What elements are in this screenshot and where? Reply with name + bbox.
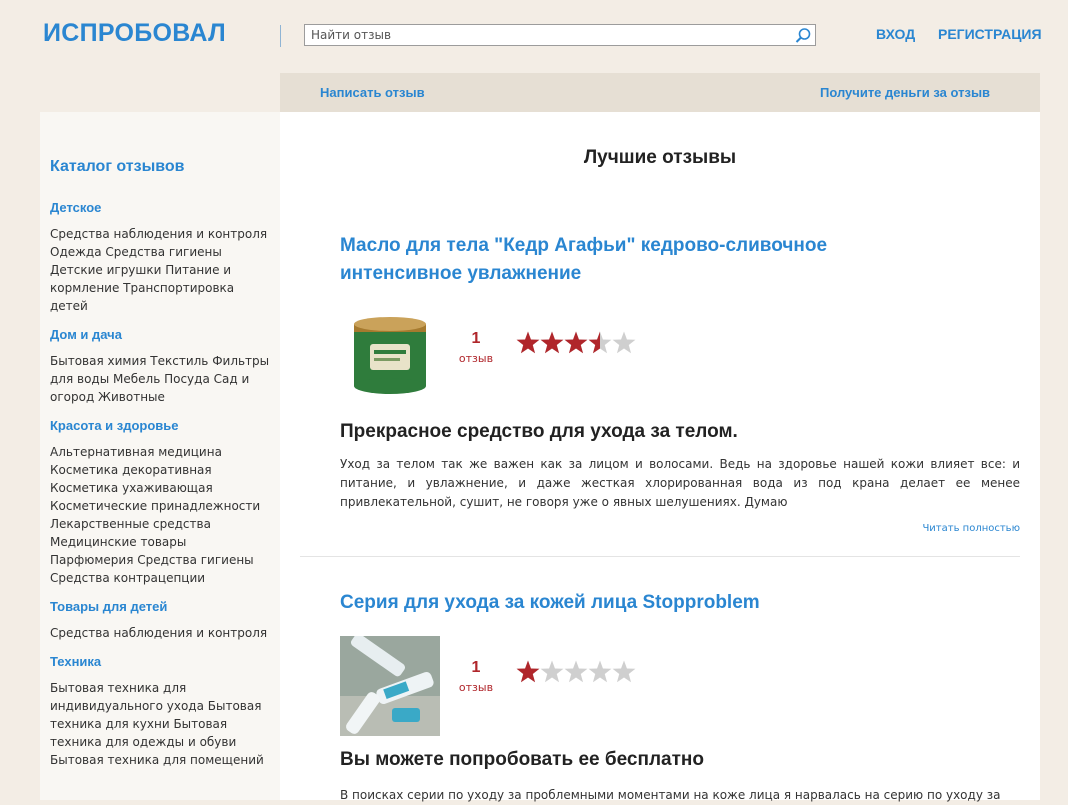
review-divider [300, 556, 1020, 557]
main-content: Лучшие отзывы Масло для тела "Кедр Агафь… [280, 112, 1040, 802]
category-heading[interactable]: Товары для детей [50, 599, 272, 614]
category-heading[interactable]: Дом и дача [50, 327, 272, 342]
catalog-sidebar: Каталог отзывов Детское Средства наблюде… [40, 112, 280, 800]
star-filled-icon [564, 331, 588, 354]
review-count-label: отзыв [458, 681, 494, 694]
review-count: 1 [471, 330, 481, 347]
category-links[interactable]: Альтернативная медицина Косметика декора… [50, 443, 272, 587]
login-link[interactable]: ВХОД [876, 26, 915, 42]
star-empty-icon [612, 331, 636, 354]
read-more-link[interactable]: Читать полностью [922, 523, 1020, 534]
search-icon[interactable] [794, 27, 812, 45]
review-excerpt: Уход за телом так же важен как за лицом … [340, 457, 1020, 509]
product-title-link[interactable]: Масло для тела "Кедр Агафьи" кедрово-сли… [340, 232, 880, 288]
star-filled-icon [516, 660, 540, 683]
register-link[interactable]: РЕГИСТРАЦИЯ [938, 26, 1042, 42]
product-title-link[interactable]: Серия для ухода за кожей лица Stopproble… [340, 589, 880, 617]
search-input[interactable] [311, 28, 781, 42]
category-heading[interactable]: Красота и здоровье [50, 418, 272, 433]
header-divider [280, 25, 281, 47]
category-links[interactable]: Бытовая химия Текстиль Фильтры для воды … [50, 352, 272, 406]
get-money-link[interactable]: Получите деньги за отзыв [820, 85, 990, 100]
category-heading[interactable]: Техника [50, 654, 272, 669]
write-review-link[interactable]: Написать отзыв [320, 85, 425, 100]
star-filled-icon [516, 331, 540, 354]
rating-stars [516, 660, 636, 683]
action-bar: Написать отзыв Получите деньги за отзыв [280, 73, 1040, 112]
rating-stars [516, 331, 636, 354]
category-heading[interactable]: Детское [50, 200, 272, 215]
review-count: 1 [471, 659, 481, 676]
category-links[interactable]: Средства наблюдения и контроля Одежда Ср… [50, 225, 272, 315]
search-box[interactable] [304, 24, 816, 46]
product-image[interactable] [340, 306, 440, 406]
review-excerpt: В поисках серии по уходу за проблемными … [340, 788, 1001, 802]
product-image[interactable] [340, 636, 440, 736]
review-headline[interactable]: Прекрасное средство для ухода за телом. [340, 421, 1020, 443]
review-headline[interactable]: Вы можете попробовать ее бесплатно [340, 749, 1020, 771]
category-links[interactable]: Бытовая техника для индивидуального уход… [50, 679, 272, 769]
catalog-list: Детское Средства наблюдения и контроля О… [50, 200, 272, 781]
star-empty-icon [612, 660, 636, 683]
review-count-label: отзыв [458, 352, 494, 365]
star-empty-icon [588, 660, 612, 683]
star-empty-icon [540, 660, 564, 683]
category-links[interactable]: Средства наблюдения и контроля [50, 624, 272, 642]
star-empty-icon [564, 660, 588, 683]
site-logo[interactable]: ИСПРОБОВАЛ [43, 19, 226, 48]
catalog-title: Каталог отзывов [50, 158, 185, 175]
star-filled-icon [540, 331, 564, 354]
page-title: Лучшие отзывы [583, 147, 737, 168]
